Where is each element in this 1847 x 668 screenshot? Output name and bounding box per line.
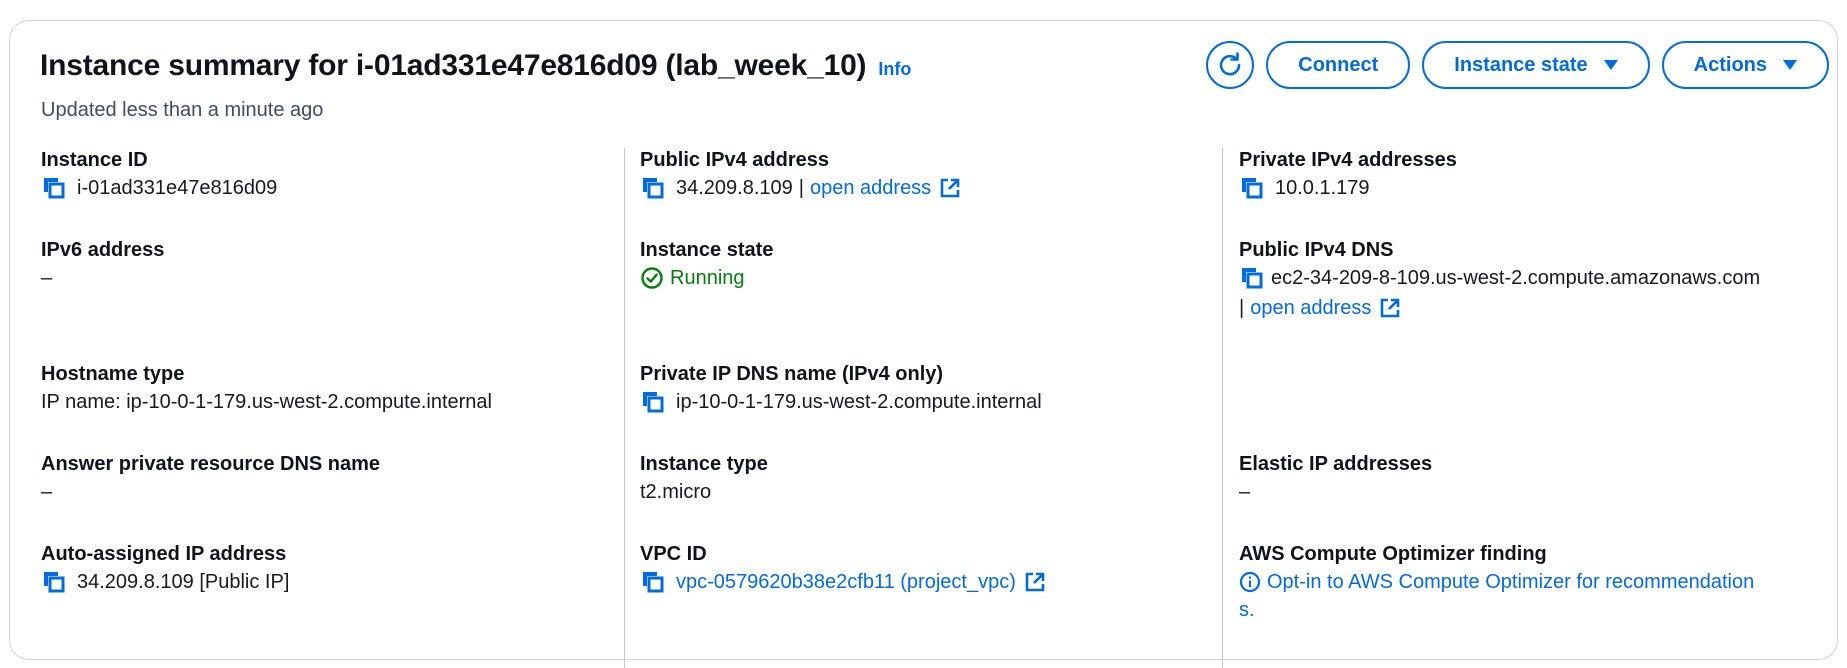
column-divider [624,148,625,668]
header-actions: Connect Instance state Actions [1206,41,1829,89]
private-ip-dns-value: ip-10-0-1-179.us-west-2.compute.internal [676,391,1042,413]
page-title: Instance summary for i-01ad331e47e816d09… [40,49,867,82]
copy-icon[interactable] [1239,175,1265,201]
field-private-ip-dns: Private IP DNS name (IPv4 only) ip-10-0-… [640,360,1220,416]
field-value-row: Opt-in to AWS Compute Optimizer for reco… [1239,568,1839,596]
external-link-icon[interactable] [1024,571,1046,593]
field-label: Public IPv4 address [640,149,829,171]
compute-optimizer-link[interactable]: Opt-in to AWS Compute Optimizer for reco… [1267,568,1754,596]
field-value-row: ec2-34-209-8-109.us-west-2.compute.amazo… [1239,264,1819,292]
field-compute-optimizer: AWS Compute Optimizer finding Opt-in to … [1239,540,1839,624]
copy-icon[interactable] [640,175,666,201]
info-circle-icon [1239,571,1261,593]
field-label: Private IP DNS name (IPv4 only) [640,363,944,385]
instance-summary-panel: Instance summary for i-01ad331e47e816d09… [9,20,1839,668]
field-vpc-id: VPC ID vpc-0579620b38e2cfb11 (project_vp… [640,540,1220,596]
field-public-ipv4: Public IPv4 address 34.209.8.109 | open … [640,146,1220,202]
caret-down-icon [1783,60,1797,70]
check-circle-icon [641,267,663,289]
refresh-icon [1219,52,1241,76]
private-ipv4-value: 10.0.1.179 [1275,177,1370,199]
copy-icon[interactable] [41,175,67,201]
field-instance-id: Instance ID i-01ad331e47e816d09 [41,146,621,202]
field-elastic-ip: Elastic IP addresses – [1239,450,1819,506]
header-title-row: Instance summary for i-01ad331e47e816d09… [40,49,911,83]
field-ipv6-address: IPv6 address – [41,236,621,292]
field-hostname-type: Hostname type IP name: ip-10-0-1-179.us-… [41,360,621,416]
hostname-type-value: IP name: ip-10-0-1-179.us-west-2.compute… [41,391,492,413]
copy-icon[interactable] [640,569,666,595]
field-auto-assigned-ip: Auto-assigned IP address 34.209.8.109 [P… [41,540,621,596]
column-divider [1222,148,1223,668]
field-value-row: ip-10-0-1-179.us-west-2.compute.internal [640,388,1220,416]
field-value-row: vpc-0579620b38e2cfb11 (project_vpc) [640,568,1220,596]
field-label: VPC ID [640,543,707,565]
separator: | [798,177,804,199]
field-answer-private-dns: Answer private resource DNS name – [41,450,621,506]
field-label: Private IPv4 addresses [1239,149,1457,171]
compute-optimizer-link-continuation[interactable]: s. [1239,596,1839,624]
field-label: Instance state [640,239,774,261]
field-label: Auto-assigned IP address [41,543,287,565]
field-label: Instance ID [41,149,148,171]
field-label: Public IPv4 DNS [1239,239,1394,261]
field-value-row: | open address [1239,294,1819,322]
field-value-row: 34.209.8.109 | open address [640,174,1220,202]
connect-button[interactable]: Connect [1266,41,1411,89]
external-link-icon[interactable] [939,177,961,199]
field-instance-type: Instance type t2.micro [640,450,1220,506]
field-private-ipv4: Private IPv4 addresses 10.0.1.179 [1239,146,1819,202]
caret-down-icon [1603,60,1618,70]
field-value-row: i-01ad331e47e816d09 [41,174,621,202]
instance-id-value: i-01ad331e47e816d09 [77,177,278,199]
field-label: Instance type [640,453,768,475]
info-link[interactable]: Info [878,59,911,80]
field-value-row: 34.209.8.109 [Public IP] [41,568,621,596]
field-label: Elastic IP addresses [1239,453,1433,475]
field-label: AWS Compute Optimizer finding [1239,543,1547,565]
actions-dropdown[interactable]: Actions [1661,41,1829,89]
actions-dropdown-label: Actions [1693,53,1767,76]
instance-state-dropdown[interactable]: Instance state [1422,41,1650,89]
external-link-icon[interactable] [1379,297,1401,319]
last-updated-text: Updated less than a minute ago [41,99,324,121]
field-label: Answer private resource DNS name [41,453,381,475]
public-ipv4-dns-value: ec2-34-209-8-109.us-west-2.compute.amazo… [1271,267,1761,289]
copy-icon[interactable] [1239,265,1265,291]
answer-private-dns-value: – [41,481,53,503]
refresh-button[interactable] [1206,41,1255,89]
connect-button-label: Connect [1298,53,1379,76]
instance-state-dropdown-label: Instance state [1454,53,1588,76]
ipv6-address-value: – [41,267,53,289]
copy-icon[interactable] [640,389,666,415]
field-label: Hostname type [41,363,185,385]
open-address-link[interactable]: open address [810,174,931,202]
instance-type-value: t2.micro [640,481,712,503]
instance-state-value: Running [670,267,745,289]
elastic-ip-value: – [1239,481,1251,503]
field-public-ipv4-dns: Public IPv4 DNS ec2-34-209-8-109.us-west… [1239,236,1819,322]
field-label: IPv6 address [41,239,165,261]
auto-assigned-ip-value: 34.209.8.109 [Public IP] [77,571,290,593]
field-value-row: 10.0.1.179 [1239,174,1819,202]
separator: | [1239,297,1245,319]
public-ipv4-value: 34.209.8.109 [676,177,793,199]
field-instance-state: Instance state Running [640,236,1220,292]
copy-icon[interactable] [41,569,67,595]
status-badge: Running [640,264,1220,292]
open-address-link[interactable]: open address [1250,294,1371,322]
vpc-id-link[interactable]: vpc-0579620b38e2cfb11 (project_vpc) [676,568,1016,596]
